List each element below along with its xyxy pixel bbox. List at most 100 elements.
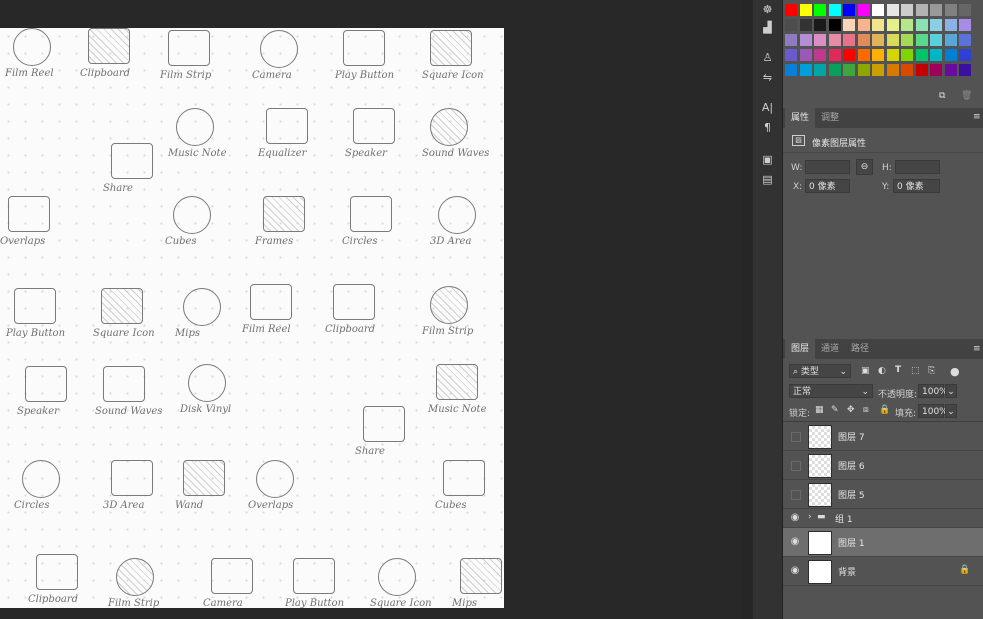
color-swatch[interactable] — [814, 19, 826, 31]
color-swatch[interactable] — [944, 4, 957, 16]
filter-toggle-icon[interactable]: ● — [950, 365, 960, 378]
color-swatch[interactable] — [814, 4, 826, 16]
paragraph-icon[interactable]: ¶ — [760, 120, 775, 135]
filter-shape-icon[interactable]: ⬚ — [911, 366, 920, 376]
color-swatch[interactable] — [814, 34, 826, 46]
link-dimensions-icon[interactable]: ⊖ — [856, 159, 873, 175]
brush-settings-icon[interactable]: ♙ — [760, 50, 775, 65]
color-swatch[interactable] — [944, 49, 957, 61]
color-swatch[interactable] — [915, 19, 928, 31]
navigator-icon[interactable]: ☸ — [760, 2, 775, 17]
color-swatch[interactable] — [930, 64, 942, 76]
visibility-eye-icon[interactable]: ◉ — [789, 565, 801, 577]
color-swatch[interactable] — [814, 49, 826, 61]
opacity-field[interactable]: 100% — [918, 384, 948, 398]
tab-adjustments[interactable]: 调整 — [815, 108, 845, 128]
tab-properties[interactable]: 属性 — [785, 108, 816, 128]
color-swatch[interactable] — [915, 64, 928, 76]
color-swatch[interactable] — [959, 19, 971, 31]
tab-channels[interactable]: 通道 — [815, 339, 845, 359]
color-swatch[interactable] — [828, 4, 841, 16]
panel-menu-icon[interactable]: ≡ — [973, 112, 981, 122]
color-swatch[interactable] — [872, 19, 884, 31]
layer-filter-select[interactable]: ⌕ 类型 ⌄ — [789, 364, 851, 378]
lock-transparent-icon[interactable]: ▦ — [815, 405, 824, 415]
color-swatch[interactable] — [785, 64, 797, 76]
color-swatch[interactable] — [828, 34, 841, 46]
color-swatch[interactable] — [959, 34, 971, 46]
color-swatch[interactable] — [799, 49, 812, 61]
new-swatch-icon[interactable]: ⧉ — [939, 91, 945, 101]
character-icon[interactable]: A| — [760, 100, 775, 115]
layer-name[interactable]: 图层 6 — [838, 459, 865, 472]
notes-icon[interactable]: ▤ — [760, 172, 775, 187]
height-field[interactable] — [895, 160, 940, 174]
color-swatch[interactable] — [886, 19, 899, 31]
color-swatch[interactable] — [857, 4, 870, 16]
color-swatch[interactable] — [799, 4, 812, 16]
visibility-eye-icon[interactable] — [791, 490, 801, 500]
color-swatch[interactable] — [872, 64, 884, 76]
color-swatch[interactable] — [959, 4, 971, 16]
layer-name[interactable]: 组 1 — [835, 512, 853, 525]
color-swatch[interactable] — [930, 34, 942, 46]
x-field[interactable]: 0 像素 — [805, 179, 850, 193]
color-swatch[interactable] — [843, 64, 855, 76]
color-swatch[interactable] — [843, 4, 855, 16]
color-swatch[interactable] — [886, 64, 899, 76]
color-swatch[interactable] — [886, 34, 899, 46]
filter-pixel-icon[interactable]: ▣ — [861, 366, 870, 376]
color-swatch[interactable] — [843, 19, 855, 31]
color-swatch[interactable] — [886, 49, 899, 61]
filter-type-icon[interactable]: T — [895, 365, 901, 375]
color-swatch[interactable] — [901, 64, 913, 76]
color-swatch[interactable] — [959, 64, 971, 76]
color-swatch[interactable] — [901, 4, 913, 16]
chevron-right-icon[interactable]: › — [808, 512, 812, 522]
color-swatch[interactable] — [857, 34, 870, 46]
color-swatch[interactable] — [828, 19, 841, 31]
layer-name[interactable]: 背景 — [838, 565, 856, 578]
delete-swatch-icon[interactable]: 🗑 — [961, 91, 972, 101]
color-swatch[interactable] — [901, 49, 913, 61]
properties-icon[interactable]: ▣ — [760, 152, 775, 167]
color-swatch[interactable] — [901, 19, 913, 31]
visibility-eye-icon[interactable]: ◉ — [789, 536, 801, 548]
color-swatch[interactable] — [872, 34, 884, 46]
color-swatch[interactable] — [930, 4, 942, 16]
color-swatch[interactable] — [785, 34, 797, 46]
layers-menu-icon[interactable]: ≡ — [973, 344, 981, 354]
layer-group-row[interactable]: ◉ › ▬ 组 1 — [783, 509, 983, 528]
color-swatch[interactable] — [901, 34, 913, 46]
blend-mode-select[interactable]: 正常 ⌄ — [789, 384, 873, 398]
filter-smart-object-icon[interactable]: ⎘ — [928, 366, 935, 376]
color-swatch[interactable] — [944, 34, 957, 46]
color-swatch[interactable] — [785, 4, 797, 16]
layer-row[interactable]: ◉ 图层 1 — [783, 528, 983, 557]
lock-all-icon[interactable]: 🔒 — [879, 405, 890, 415]
layer-row[interactable]: ◉ 背景 🔒 — [783, 557, 983, 586]
color-swatch[interactable] — [828, 64, 841, 76]
color-swatch[interactable] — [828, 49, 841, 61]
color-swatch[interactable] — [915, 34, 928, 46]
color-swatch[interactable] — [814, 64, 826, 76]
color-swatch[interactable] — [799, 34, 812, 46]
adjustments-icon[interactable]: ⇋ — [760, 70, 775, 85]
color-swatch[interactable] — [886, 4, 899, 16]
fill-field[interactable]: 100% — [918, 404, 948, 418]
color-swatch[interactable] — [843, 49, 855, 61]
filter-adjustment-icon[interactable]: ◐ — [878, 366, 886, 376]
visibility-eye-icon[interactable] — [791, 432, 801, 442]
color-swatch[interactable] — [785, 49, 797, 61]
lock-position-icon[interactable]: ✥ — [847, 405, 855, 415]
y-field[interactable]: 0 像素 — [893, 179, 940, 193]
lock-image-icon[interactable]: ✎ — [831, 405, 839, 415]
color-swatch[interactable] — [944, 64, 957, 76]
color-swatch[interactable] — [930, 49, 942, 61]
opacity-dropdown-icon[interactable]: ⌄ — [945, 384, 957, 398]
color-swatch[interactable] — [872, 4, 884, 16]
layer-name[interactable]: 图层 5 — [838, 488, 865, 501]
color-swatch[interactable] — [915, 4, 928, 16]
visibility-eye-icon[interactable]: ◉ — [789, 512, 801, 524]
color-swatch[interactable] — [785, 19, 797, 31]
